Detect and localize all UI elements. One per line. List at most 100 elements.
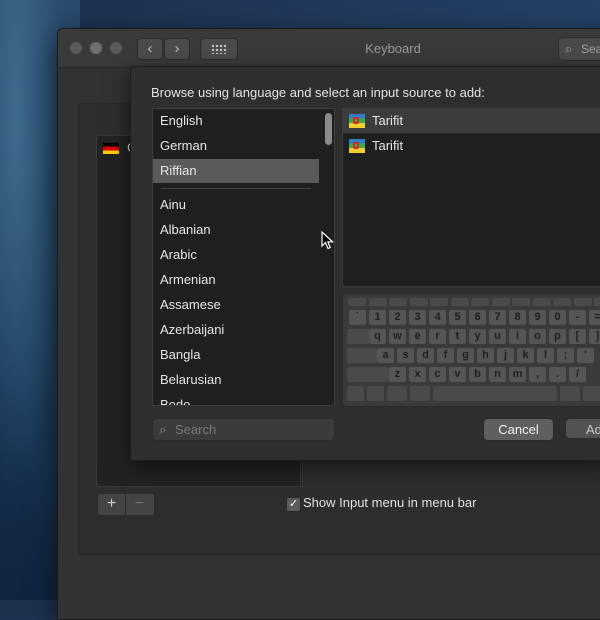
keyboard-function-key bbox=[430, 298, 448, 306]
cancel-button[interactable]: Cancel bbox=[483, 418, 554, 441]
keyboard-key: c bbox=[429, 367, 446, 382]
keyboard-modifier-key bbox=[347, 329, 369, 344]
remove-source-button[interactable]: − bbox=[126, 494, 153, 515]
keyboard-spacebar bbox=[433, 386, 557, 401]
keyboard-key: y bbox=[469, 329, 486, 344]
keyboard-key: a bbox=[377, 348, 394, 363]
show-input-menu-checkbox[interactable]: ✓ bbox=[286, 497, 301, 512]
keyboard-modifier-key bbox=[410, 386, 430, 401]
keyboard-key: u bbox=[489, 329, 506, 344]
keyboard-key: h bbox=[477, 348, 494, 363]
keyboard-modifier-key bbox=[583, 386, 600, 401]
amazigh-flag-icon bbox=[349, 139, 365, 153]
keyboard-function-key bbox=[389, 298, 407, 306]
keyboard-function-key bbox=[471, 298, 489, 306]
language-item[interactable]: Belarusian bbox=[153, 368, 319, 392]
keyboard-key: 1 bbox=[369, 310, 386, 325]
keyboard-function-key bbox=[348, 298, 366, 306]
language-item[interactable]: Assamese bbox=[153, 293, 319, 317]
keyboard-key: 0 bbox=[549, 310, 566, 325]
input-source-label: Tarifit bbox=[372, 113, 404, 128]
language-item-riffian[interactable]: Riffian bbox=[153, 159, 319, 183]
keyboard-key: w bbox=[389, 329, 406, 344]
input-source-label: Tarifit bbox=[372, 138, 404, 153]
keyboard-modifier-key bbox=[387, 386, 407, 401]
search-icon: ⌕ bbox=[565, 41, 573, 56]
language-list-scrollbar[interactable] bbox=[325, 113, 332, 145]
keyboard-modifier-key bbox=[367, 386, 384, 401]
keyboard-key: 6 bbox=[469, 310, 486, 325]
keyboard-key: z bbox=[389, 367, 406, 382]
preferences-search-placeholder: Sea bbox=[581, 42, 600, 56]
keyboard-key: 4 bbox=[429, 310, 446, 325]
keyboard-key: [ bbox=[569, 329, 586, 344]
language-search-input[interactable] bbox=[175, 420, 325, 439]
mouse-cursor-icon bbox=[321, 231, 335, 250]
title-bar: ‹ › Keyboard ⌕ Sea bbox=[58, 29, 600, 68]
input-source-list[interactable]: Tarifit Tarifit bbox=[342, 108, 600, 287]
keyboard-key: v bbox=[449, 367, 466, 382]
keyboard-key: 7 bbox=[489, 310, 506, 325]
keyboard-key: e bbox=[409, 329, 426, 344]
keyboard-key: - bbox=[569, 310, 586, 325]
keyboard-layout-preview: `1234567890-= qwertyuiop[] asdfghjkl;' zxcv… bbox=[342, 293, 600, 407]
keyboard-function-key bbox=[368, 298, 387, 306]
keyboard-key: ' bbox=[577, 348, 594, 363]
language-list-separator bbox=[161, 188, 311, 189]
keyboard-key: k bbox=[517, 348, 534, 363]
language-item-german[interactable]: German bbox=[153, 134, 319, 158]
language-item[interactable]: Bangla bbox=[153, 343, 319, 367]
language-list[interactable]: English German Riffian Ainu Albanian Ara… bbox=[152, 108, 335, 406]
keyboard-key: 5 bbox=[449, 310, 466, 325]
show-input-menu-label: Show Input menu in menu bar bbox=[303, 495, 477, 510]
keyboard-key: p bbox=[549, 329, 566, 344]
keyboard-key: r bbox=[429, 329, 446, 344]
preferences-search-field[interactable]: ⌕ Sea bbox=[558, 37, 600, 61]
keyboard-key: l bbox=[537, 348, 554, 363]
keyboard-function-key bbox=[553, 298, 571, 306]
keyboard-function-key bbox=[512, 298, 530, 306]
keyboard-key: 9 bbox=[529, 310, 546, 325]
keyboard-key: 3 bbox=[409, 310, 426, 325]
keyboard-key: s bbox=[397, 348, 414, 363]
keyboard-modifier-key bbox=[560, 386, 580, 401]
keyboard-function-key bbox=[594, 298, 600, 306]
language-item[interactable]: Armenian bbox=[153, 268, 319, 292]
language-item-english[interactable]: English bbox=[153, 109, 319, 133]
keyboard-key: f bbox=[437, 348, 454, 363]
keyboard-key: . bbox=[549, 367, 566, 382]
add-button[interactable]: Add bbox=[565, 418, 600, 439]
keyboard-key: / bbox=[569, 367, 586, 382]
add-input-source-sheet: Browse using language and select an inpu… bbox=[130, 66, 600, 461]
keyboard-modifier-key bbox=[347, 386, 364, 401]
german-flag-icon bbox=[103, 143, 119, 154]
keyboard-key: q bbox=[369, 329, 386, 344]
keyboard-modifier-key bbox=[347, 348, 377, 363]
keyboard-key: , bbox=[529, 367, 546, 382]
keyboard-key: ; bbox=[557, 348, 574, 363]
window-title: Keyboard bbox=[365, 41, 421, 56]
keyboard-key: ` bbox=[349, 310, 366, 325]
language-item[interactable]: Arabic bbox=[153, 243, 319, 267]
keyboard-key: t bbox=[449, 329, 466, 344]
keyboard-key: o bbox=[529, 329, 546, 344]
add-remove-controls: + − bbox=[97, 493, 155, 516]
add-source-button[interactable]: + bbox=[98, 494, 126, 515]
keyboard-key: d bbox=[417, 348, 434, 363]
keyboard-key: 8 bbox=[509, 310, 526, 325]
keyboard-function-key bbox=[573, 298, 592, 306]
input-source-item[interactable]: Tarifit bbox=[343, 134, 600, 158]
keyboard-key: m bbox=[509, 367, 526, 382]
keyboard-function-key bbox=[532, 298, 551, 306]
language-item[interactable]: Albanian bbox=[153, 218, 319, 242]
input-source-item[interactable]: Tarifit bbox=[343, 109, 600, 133]
language-item[interactable]: Ainu bbox=[153, 193, 319, 217]
keyboard-key: n bbox=[489, 367, 506, 382]
keyboard-function-key bbox=[491, 298, 510, 306]
keyboard-key: i bbox=[509, 329, 526, 344]
language-item[interactable]: Bodo bbox=[153, 393, 319, 405]
language-item[interactable]: Azerbaijani bbox=[153, 318, 319, 342]
language-search-field[interactable]: ⌕ bbox=[152, 418, 335, 441]
keyboard-key: 2 bbox=[389, 310, 406, 325]
keyboard-function-key bbox=[450, 298, 469, 306]
